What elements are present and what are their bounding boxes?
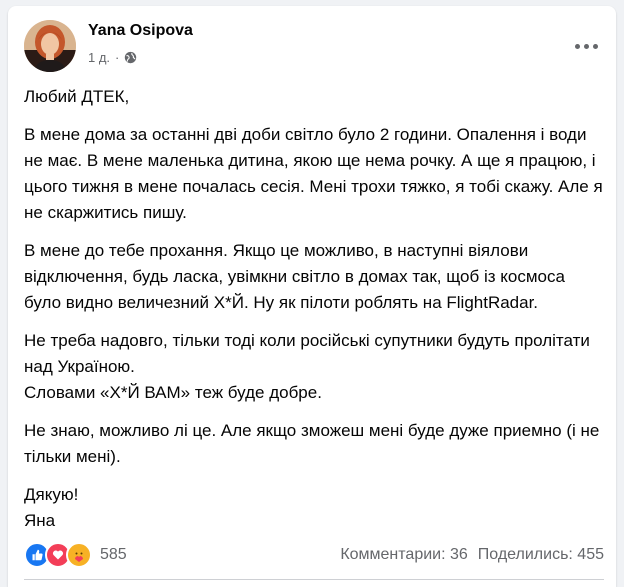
post-paragraph: В мене до тебе прохання. Якщо це можливо… <box>24 238 604 316</box>
post-header: Yana Osipova 1 д. · <box>24 20 604 72</box>
author-name[interactable]: Yana Osipova <box>88 22 193 40</box>
post-paragraph: Не знаю, можливо лі це. Але якщо зможеш … <box>24 418 604 470</box>
globe-icon <box>125 51 137 64</box>
post-paragraph: Любий ДТЕК, <box>24 84 604 110</box>
post-text-line: Яна <box>24 511 56 530</box>
care-icon <box>66 542 92 568</box>
reactions-bar: 585 Комментарии: 36 Поделились: 455 <box>24 542 604 568</box>
post-text-line: Любий ДТЕК, <box>24 87 130 106</box>
more-dot <box>583 43 589 49</box>
reaction-icons <box>24 542 92 568</box>
post-time[interactable]: 1 д. <box>88 50 110 65</box>
post-text-line: Не треба надовго, тільки тоді коли росій… <box>24 331 590 376</box>
post-paragraph: Дякую! Яна <box>24 482 604 534</box>
divider <box>24 579 604 580</box>
post-card: Yana Osipova 1 д. · Любий ДТЕК, В мене до… <box>8 6 616 587</box>
post-text-line: В мене до тебе прохання. Якщо це можливо… <box>24 241 565 312</box>
meta-separator: · <box>115 50 120 65</box>
more-options-icon[interactable] <box>568 36 604 56</box>
post-text-line: Словами «Х*Й ВАМ» теж буде добре. <box>24 383 322 402</box>
avatar-photo <box>24 20 76 72</box>
comments-count[interactable]: Комментарии: 36 <box>340 546 467 564</box>
shares-count[interactable]: Поделились: 455 <box>478 546 604 564</box>
more-dot <box>574 43 580 49</box>
post-text-line: Дякую! <box>24 485 79 504</box>
post-body: Любий ДТЕК, В мене дома за останні дві до… <box>24 84 604 546</box>
reaction-count: 585 <box>100 546 127 563</box>
post-text-line: В мене дома за останні дві доби світло б… <box>24 125 603 222</box>
post-paragraph: В мене дома за останні дві доби світло б… <box>24 122 604 226</box>
engagement-stats: Комментарии: 36 Поделились: 455 <box>340 546 604 564</box>
more-dot <box>592 43 598 49</box>
post-paragraph: Не треба надовго, тільки тоді коли росій… <box>24 328 604 406</box>
post-text-line: Не знаю, можливо лі це. Але якщо зможеш … <box>24 421 600 466</box>
post-meta: 1 д. · <box>88 50 137 65</box>
reactions-summary[interactable]: 585 <box>24 542 127 568</box>
avatar[interactable] <box>24 20 76 72</box>
